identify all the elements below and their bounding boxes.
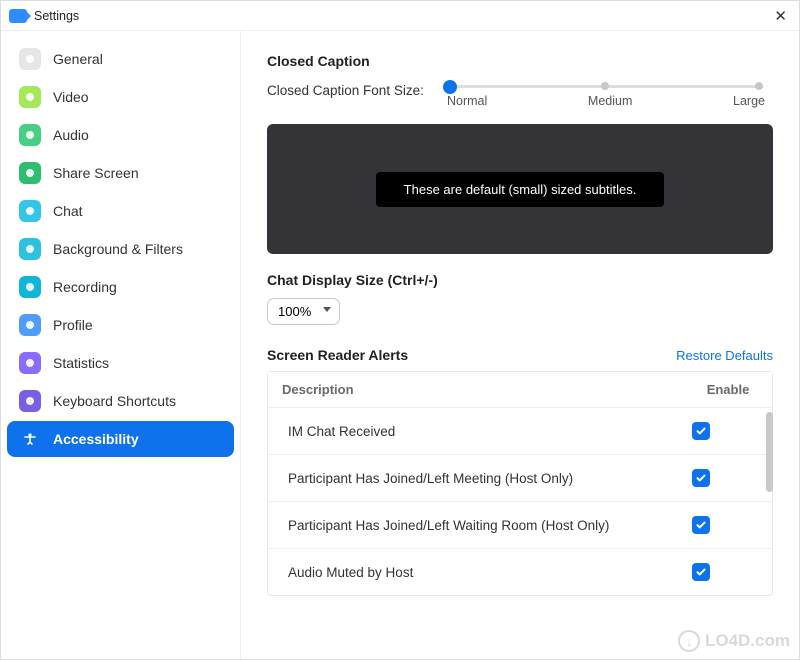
app-icon (9, 9, 27, 23)
alerts-heading: Screen Reader Alerts (267, 347, 408, 363)
alert-description: IM Chat Received (288, 424, 692, 439)
chat-display-size-select[interactable]: 100% (267, 298, 340, 325)
sidebar-item-label: Profile (53, 317, 93, 333)
slider-option-medium: Medium (588, 94, 632, 108)
sidebar: General Video Audio Share Screen Chat Ba… (1, 31, 241, 659)
sidebar-item-label: Keyboard Shortcuts (53, 393, 176, 409)
alert-description: Participant Has Joined/Left Meeting (Hos… (288, 471, 692, 486)
alerts-table-head: Description Enable (268, 372, 772, 408)
column-description: Description (282, 382, 698, 397)
sidebar-icon (19, 86, 41, 108)
closed-caption-size-row: Closed Caption Font Size: Normal Medium … (267, 79, 773, 116)
caption-preview: These are default (small) sized subtitle… (267, 124, 773, 254)
sidebar-item-share-screen[interactable]: Share Screen (7, 155, 234, 191)
sidebar-item-label: Audio (53, 127, 89, 143)
sidebar-item-accessibility[interactable]: Accessibility (7, 421, 234, 457)
sidebar-icon (19, 314, 41, 336)
alert-row: Audio Muted by Host (268, 549, 772, 595)
sidebar-item-statistics[interactable]: Statistics (7, 345, 234, 381)
chat-display-size-value: 100% (278, 304, 311, 319)
window-title: Settings (34, 9, 79, 23)
alert-enable-checkbox[interactable] (692, 563, 710, 581)
sidebar-item-label: Background & Filters (53, 241, 183, 257)
sidebar-item-label: Video (53, 89, 89, 105)
sidebar-icon (19, 162, 41, 184)
slider-option-normal: Normal (447, 94, 487, 108)
titlebar: Settings ✕ (1, 1, 799, 31)
sidebar-item-audio[interactable]: Audio (7, 117, 234, 153)
sidebar-item-background-filters[interactable]: Background & Filters (7, 231, 234, 267)
closed-caption-size-label: Closed Caption Font Size: (267, 79, 447, 98)
sidebar-icon (19, 276, 41, 298)
alert-description: Audio Muted by Host (288, 565, 692, 580)
sidebar-item-label: Recording (53, 279, 117, 295)
caption-preview-text: These are default (small) sized subtitle… (376, 172, 665, 207)
window-body: General Video Audio Share Screen Chat Ba… (1, 31, 799, 659)
slider-option-labels: Normal Medium Large (447, 94, 773, 108)
slider-thumb[interactable] (443, 80, 457, 94)
settings-window: Settings ✕ General Video Audio Share Scr… (0, 0, 800, 660)
sidebar-item-general[interactable]: General (7, 41, 234, 77)
closed-caption-size-slider[interactable]: Normal Medium Large (447, 79, 773, 116)
sidebar-item-label: Statistics (53, 355, 109, 371)
sidebar-icon (19, 352, 41, 374)
closed-caption-heading: Closed Caption (267, 53, 773, 69)
sidebar-item-video[interactable]: Video (7, 79, 234, 115)
alerts-table: Description Enable IM Chat Received Part… (267, 371, 773, 596)
alert-row: Participant Has Joined/Left Meeting (Hos… (268, 455, 772, 502)
alerts-scrollbar[interactable] (766, 412, 773, 492)
main-panel: Closed Caption Closed Caption Font Size:… (241, 31, 799, 659)
sidebar-item-label: Accessibility (53, 431, 139, 447)
chevron-down-icon (323, 307, 331, 312)
sidebar-icon (19, 48, 41, 70)
close-button[interactable]: ✕ (770, 7, 791, 25)
watermark: ↓ LO4D.com (678, 630, 790, 652)
slider-option-large: Large (733, 94, 765, 108)
sidebar-item-label: General (53, 51, 103, 67)
sidebar-item-keyboard-shortcuts[interactable]: Keyboard Shortcuts (7, 383, 234, 419)
alert-description: Participant Has Joined/Left Waiting Room… (288, 518, 692, 533)
alert-enable-checkbox[interactable] (692, 422, 710, 440)
sidebar-item-chat[interactable]: Chat (7, 193, 234, 229)
alert-row: Participant Has Joined/Left Waiting Room… (268, 502, 772, 549)
sidebar-icon (19, 124, 41, 146)
watermark-text: LO4D.com (705, 631, 790, 651)
alert-row: IM Chat Received (268, 408, 772, 455)
sidebar-item-profile[interactable]: Profile (7, 307, 234, 343)
sidebar-icon (19, 428, 41, 450)
sidebar-item-label: Chat (53, 203, 83, 219)
watermark-icon: ↓ (678, 630, 700, 652)
sidebar-icon (19, 238, 41, 260)
sidebar-item-recording[interactable]: Recording (7, 269, 234, 305)
restore-defaults-link[interactable]: Restore Defaults (676, 348, 773, 363)
chat-display-heading: Chat Display Size (Ctrl+/-) (267, 272, 773, 288)
sidebar-icon (19, 200, 41, 222)
alert-enable-checkbox[interactable] (692, 469, 710, 487)
sidebar-item-label: Share Screen (53, 165, 139, 181)
column-enable: Enable (698, 382, 758, 397)
sidebar-icon (19, 390, 41, 412)
alert-enable-checkbox[interactable] (692, 516, 710, 534)
alerts-header-row: Screen Reader Alerts Restore Defaults (267, 347, 773, 363)
